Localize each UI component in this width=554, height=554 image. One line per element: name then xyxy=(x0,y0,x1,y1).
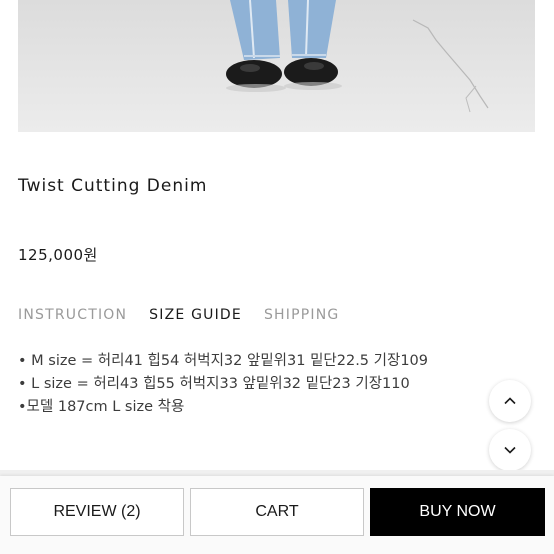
product-photo xyxy=(18,0,535,132)
scroll-down-button[interactable] xyxy=(489,429,531,471)
size-line-m: • M size = 허리41 힙54 허벅지32 앞밑위31 밑단22.5 기… xyxy=(18,353,428,369)
product-title: Twist Cutting Denim xyxy=(18,176,208,196)
size-guide-content: • M size = 허리41 힙54 허벅지32 앞밑위31 밑단22.5 기… xyxy=(18,350,428,419)
tab-shipping[interactable]: SHIPPING xyxy=(264,307,339,323)
tab-size-guide[interactable]: SIZE GUIDE xyxy=(149,307,242,323)
buy-now-button[interactable]: BUY NOW xyxy=(370,488,545,536)
cart-button[interactable]: CART xyxy=(190,488,364,536)
bottom-action-bar: REVIEW (2) CART BUY NOW xyxy=(0,476,554,554)
review-button[interactable]: REVIEW (2) xyxy=(10,488,184,536)
model-info-line: •모델 187cm L size 착용 xyxy=(18,399,185,415)
chevron-up-icon xyxy=(504,397,516,405)
scroll-up-button[interactable] xyxy=(489,380,531,422)
size-line-l: • L size = 허리43 힙55 허벅지33 앞밑위32 밑단23 기장1… xyxy=(18,376,410,392)
product-price: 125,000원 xyxy=(18,246,98,264)
chevron-down-icon xyxy=(504,446,516,454)
tab-instruction[interactable]: INSTRUCTION xyxy=(18,307,127,323)
info-tabs: INSTRUCTION SIZE GUIDE SHIPPING xyxy=(18,307,339,323)
product-image xyxy=(18,0,535,132)
